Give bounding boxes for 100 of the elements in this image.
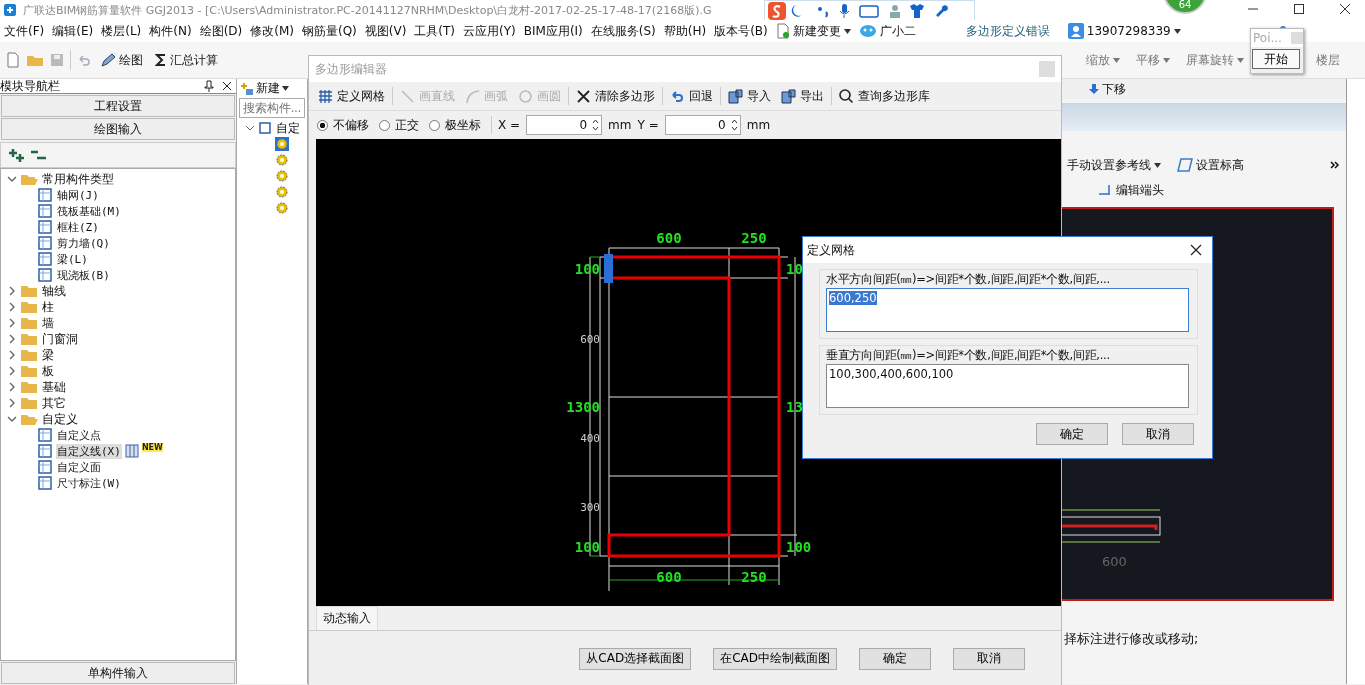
expand-all-icon[interactable] [7, 148, 25, 162]
menu-item[interactable]: 云应用(Y) [459, 22, 520, 40]
error-link[interactable]: 多边形定义错误 [965, 22, 1050, 40]
menu-item[interactable]: BIM应用(I) [519, 22, 587, 40]
tree-item[interactable]: 常用构件类型 [41, 170, 115, 188]
menu-item[interactable]: 视图(V) [360, 22, 411, 40]
tree-item[interactable]: 板 [41, 362, 55, 380]
chevron-icon[interactable] [1330, 161, 1340, 169]
caret-icon[interactable] [245, 123, 255, 133]
tree-item[interactable]: 梁 [41, 346, 55, 364]
menu-item[interactable]: 文件(F) [0, 22, 49, 40]
tree-item[interactable]: 尺寸标注(W) [56, 475, 122, 491]
start-button[interactable]: 开始 [1252, 49, 1300, 69]
move-down-button[interactable]: 下移 [1086, 79, 1129, 99]
tree-item[interactable]: 基础 [41, 378, 67, 396]
x-spin-field[interactable]: 0 [526, 115, 603, 135]
close-icon[interactable] [1339, 3, 1351, 15]
tree-item[interactable]: 墙 [41, 314, 55, 332]
caret-icon[interactable] [7, 414, 17, 424]
new-button[interactable]: 新建 [239, 81, 290, 96]
menu-item[interactable]: 构件(N) [145, 22, 196, 40]
tree-item[interactable]: 现浇板(B) [56, 267, 111, 283]
caret-icon[interactable] [7, 318, 17, 328]
new-file-icon[interactable] [6, 52, 20, 68]
menu-item[interactable]: 钢筋量(Q) [297, 22, 361, 40]
menu-item[interactable]: 版本号(B) [710, 22, 772, 40]
calculate-button[interactable]: 汇总计算 [152, 51, 221, 69]
caret-icon[interactable] [7, 302, 17, 312]
draw-button[interactable]: 绘图 [97, 51, 146, 69]
tree-item[interactable]: 剪力墙(Q) [56, 235, 111, 251]
gear-icon[interactable] [275, 201, 289, 215]
tree-item[interactable]: 轴网(J) [56, 187, 100, 203]
tree-item[interactable]: 自定义点 [56, 427, 102, 443]
account-button[interactable]: 13907298339 [1063, 23, 1185, 39]
toolbar-button[interactable]: 导出 [778, 87, 827, 105]
tree-item[interactable]: 柱 [41, 298, 55, 316]
tree-item[interactable]: 自定义面 [56, 459, 102, 475]
snap-radio[interactable]: 极坐标 [429, 116, 481, 134]
spin-arrows-icon[interactable] [592, 117, 600, 133]
dialog-button[interactable]: 取消 [953, 647, 1025, 670]
tree-item[interactable]: 自定义线(X) [56, 443, 122, 459]
menu-item[interactable]: 修改(M) [246, 22, 298, 40]
y-spin-field[interactable]: 0 [664, 115, 741, 135]
menu-item[interactable]: 帮助(H) [659, 22, 711, 40]
caret-icon[interactable] [7, 334, 17, 344]
dialog-button[interactable]: 在CAD中绘制截面图 [713, 647, 837, 670]
menu-item[interactable]: 工具(T) [410, 22, 460, 40]
gear-icon[interactable] [275, 153, 289, 167]
close-icon[interactable] [222, 81, 232, 91]
menu-item[interactable]: 在线服务(S) [586, 22, 660, 40]
dialog-button[interactable]: 从CAD选择截面图 [579, 647, 692, 670]
toolbar-button[interactable]: 定义网格 [315, 87, 388, 105]
maximize-icon[interactable] [1293, 3, 1305, 15]
view-tool-button[interactable]: 缩放 [1083, 51, 1123, 69]
tree-item[interactable]: 自定义 [41, 410, 79, 428]
section-button[interactable]: 工程设置 [1, 95, 235, 117]
dialog-button[interactable]: 确定 [1036, 423, 1108, 445]
search-field[interactable]: 搜索构件... [239, 98, 305, 118]
collapse-all-icon[interactable] [29, 148, 47, 162]
reference-line-button[interactable]: 手动设置参考线 [1064, 156, 1164, 174]
snap-radio[interactable]: 不偏移 [317, 116, 369, 134]
set-elevation-button[interactable]: 设置标高 [1174, 156, 1247, 174]
toolbar-button[interactable]: 查询多边形库 [836, 87, 933, 105]
caret-icon[interactable] [7, 286, 17, 296]
gear-icon[interactable] [275, 185, 289, 199]
tree-item[interactable]: 梁(L) [56, 251, 89, 267]
scrollbar[interactable] [1346, 79, 1365, 684]
caret-icon[interactable] [7, 366, 17, 376]
view-tool-button[interactable]: 平移 [1133, 51, 1173, 69]
section-button[interactable]: 单构件输入 [1, 662, 235, 684]
assistant-button[interactable]: 广小二 [854, 22, 920, 40]
tree-item[interactable]: 其它 [41, 394, 67, 412]
spacing-input-field[interactable]: 600,250 [826, 288, 1189, 332]
pin-icon[interactable] [204, 80, 214, 92]
tree-item[interactable]: 筏板基础(M) [56, 203, 122, 219]
menu-item[interactable]: 绘图(D) [195, 22, 247, 40]
edit-end-button[interactable]: 编辑端头 [1096, 181, 1167, 199]
spacing-input-field[interactable]: 100,300,400,600,100 [826, 364, 1189, 408]
toolbar-button[interactable]: 回退 [667, 87, 716, 105]
caret-icon[interactable] [7, 174, 17, 184]
tree-item[interactable]: 框柱(Z) [56, 219, 100, 235]
tree-item[interactable]: 轴线 [41, 282, 67, 300]
radio-dot[interactable] [429, 119, 440, 131]
menu-item[interactable]: 编辑(E) [48, 22, 98, 40]
radio-dot[interactable] [317, 119, 328, 131]
dialog-button[interactable]: 取消 [1122, 423, 1194, 445]
radio-dot[interactable] [379, 119, 390, 131]
dialog-button[interactable]: 确定 [859, 647, 931, 670]
section-button[interactable]: 绘图输入 [1, 118, 235, 140]
snap-radio[interactable]: 正交 [379, 116, 419, 134]
toolbar-button[interactable]: 导入 [725, 87, 774, 105]
toolbar-button[interactable]: 清除多边形 [573, 87, 658, 105]
caret-icon[interactable] [7, 382, 17, 392]
gear-icon[interactable] [275, 169, 289, 183]
tree-item[interactable]: 自定 [275, 119, 301, 137]
dynamic-input-tab[interactable]: 动态输入 [316, 606, 378, 630]
close-icon[interactable] [1190, 244, 1202, 256]
caret-icon[interactable] [7, 350, 17, 360]
new-change-button[interactable]: 新建变更 [771, 22, 855, 40]
view-tool-button[interactable]: 屏幕旋转 [1183, 51, 1247, 69]
